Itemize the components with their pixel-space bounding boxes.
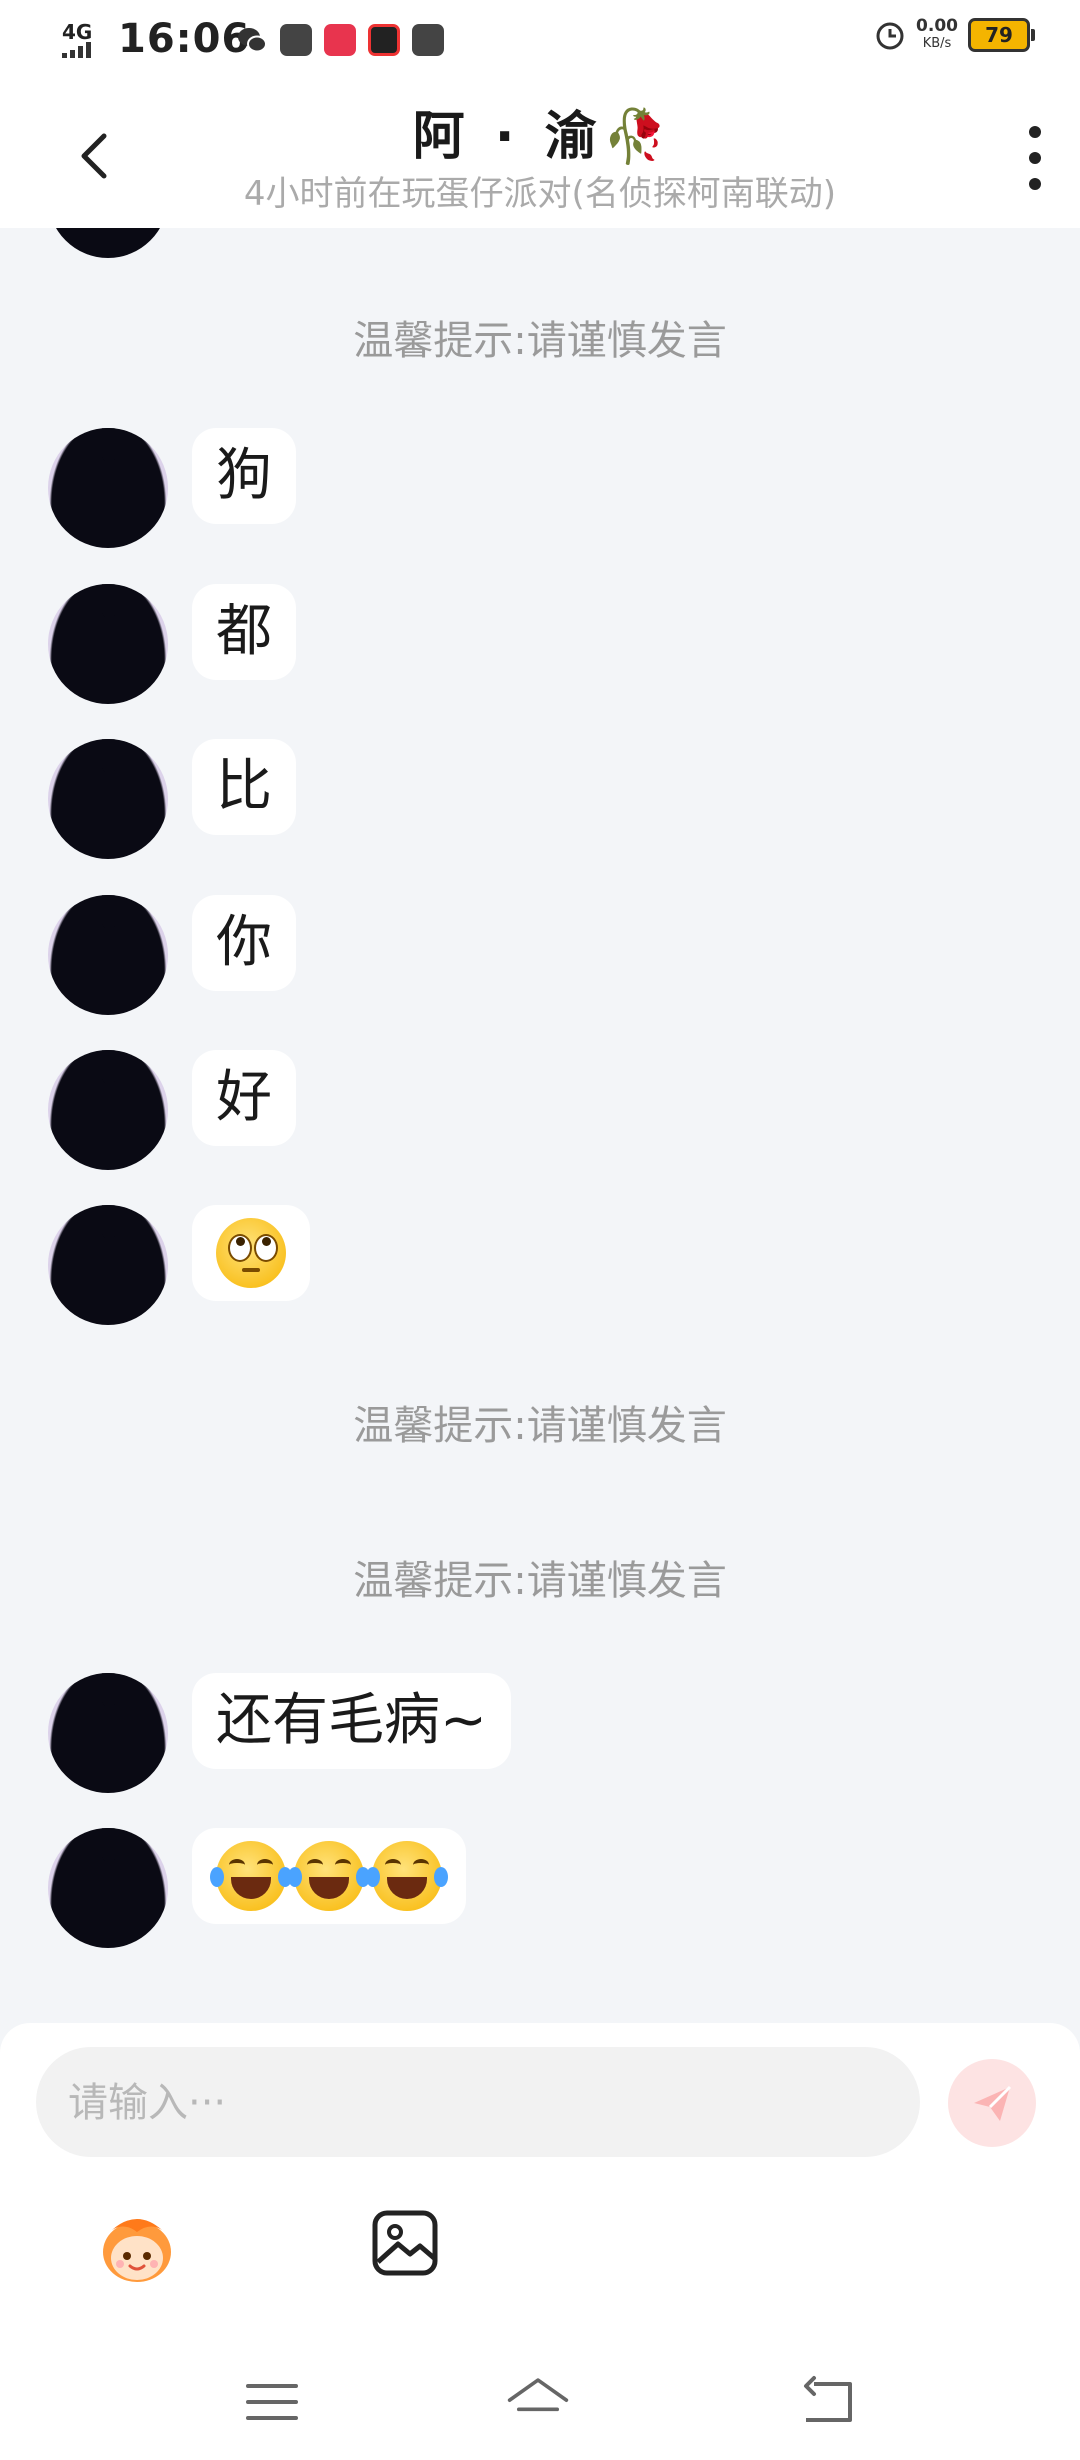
image-icon[interactable] (370, 2208, 440, 2278)
contact-avatar[interactable] (48, 1673, 168, 1793)
emoji-message-bubble[interactable] (192, 1828, 466, 1924)
tears-of-joy-emoji-icon (210, 1841, 292, 1911)
video-app-notification-icon (368, 24, 400, 56)
wilted-rose-emoji: 🥀 (602, 107, 668, 167)
app-notification-icon-2 (412, 24, 444, 56)
contact-avatar[interactable] (48, 584, 168, 704)
contact-avatar[interactable] (48, 1205, 168, 1325)
warning-notice: 温馨提示:请谨慎发言 (353, 1403, 727, 1449)
network-type: 4G (62, 20, 93, 44)
send-plane-icon (974, 2085, 1012, 2121)
message-input[interactable] (66, 2047, 890, 2159)
more-options-icon[interactable] (1020, 126, 1050, 190)
contact-status: 4小时前在玩蛋仔派对(名侦探柯南联动) (243, 174, 837, 214)
red-app-notification-icon (324, 24, 356, 56)
alarm-icon (876, 22, 904, 50)
contact-avatar[interactable] (48, 228, 168, 258)
chat-header: 阿 · 渝🥀 4小时前在玩蛋仔派对(名侦探柯南联动) (0, 82, 1080, 228)
emoji-message-bubble[interactable] (192, 1205, 310, 1301)
message-bubble[interactable]: 比 (192, 739, 296, 835)
message-bubble[interactable]: 还有毛病~ (192, 1673, 511, 1769)
message-bubble[interactable]: 好 (192, 1050, 296, 1146)
network-speed-unit: KB/s (922, 36, 952, 51)
app-notification-icon (280, 24, 312, 56)
message-bubble[interactable]: 你 (192, 895, 296, 991)
contact-avatar[interactable] (48, 1828, 168, 1948)
tears-of-joy-emoji-icon (288, 1841, 370, 1911)
warning-notice: 温馨提示:请谨慎发言 (353, 1558, 727, 1604)
menu-icon[interactable] (240, 2370, 304, 2434)
message-input-container[interactable] (36, 2047, 920, 2159)
back-nav-icon[interactable] (796, 2370, 860, 2434)
rolling-eyes-emoji-icon (216, 1218, 286, 1288)
contact-avatar[interactable] (48, 895, 168, 1015)
status-bar: 4G 16:06 0.00 KB/s 79 (0, 0, 1080, 82)
wechat-icon (238, 28, 267, 53)
battery-indicator: 79 (968, 18, 1035, 52)
send-button[interactable] (948, 2059, 1036, 2147)
sticker-icon[interactable] (92, 2208, 182, 2288)
contact-avatar[interactable] (48, 428, 168, 548)
contact-avatar[interactable] (48, 1050, 168, 1170)
message-bubble[interactable]: 狗 (192, 428, 296, 524)
network-speed: 0.00 KB/s (916, 18, 958, 52)
system-nav-bar (0, 2350, 1080, 2460)
warning-notice: 温馨提示:请谨慎发言 (353, 318, 727, 364)
contact-name: 阿 · 渝 (412, 107, 603, 167)
message-list[interactable]: 温馨提示:请谨慎发言 狗 都 比 你 好 温馨提示:请谨慎发言 温馨提示:请谨慎… (0, 228, 1080, 2023)
status-time: 16:06 (118, 16, 251, 62)
message-bubble[interactable]: 都 (192, 584, 296, 680)
tears-of-joy-emoji-icon (366, 1841, 448, 1911)
home-icon[interactable] (506, 2370, 570, 2434)
contact-avatar[interactable] (48, 739, 168, 859)
network-speed-value: 0.00 (916, 16, 958, 36)
signal-icon (62, 42, 91, 58)
chat-title: 阿 · 渝🥀 (0, 94, 1080, 169)
